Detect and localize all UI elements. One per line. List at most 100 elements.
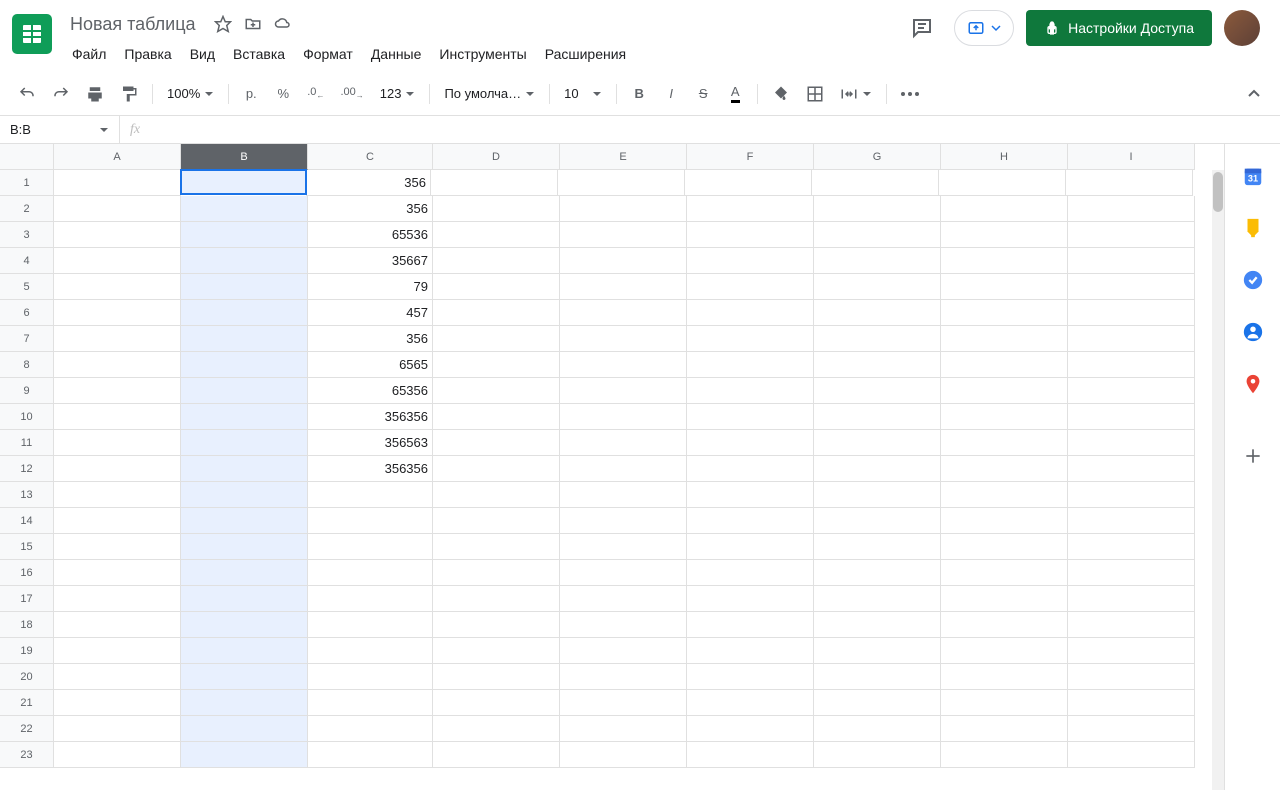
cell[interactable]: [814, 716, 941, 742]
calendar-icon[interactable]: 31: [1241, 164, 1265, 188]
cell[interactable]: [1068, 612, 1195, 638]
spreadsheet-grid[interactable]: ABCDEFGHI 123456789101112131415161718192…: [0, 144, 1224, 790]
paint-format-button[interactable]: [114, 80, 144, 108]
cell[interactable]: [1068, 560, 1195, 586]
cell[interactable]: [181, 248, 308, 274]
cell[interactable]: [54, 274, 181, 300]
cell[interactable]: [685, 170, 812, 196]
cell[interactable]: [814, 508, 941, 534]
cell[interactable]: [433, 404, 560, 430]
cell[interactable]: [687, 378, 814, 404]
row-header[interactable]: 11: [0, 430, 54, 456]
name-box[interactable]: B:B: [0, 116, 120, 143]
italic-button[interactable]: I: [657, 80, 685, 108]
cell[interactable]: [814, 690, 941, 716]
column-header-D[interactable]: D: [433, 144, 560, 170]
cell[interactable]: [560, 404, 687, 430]
cell[interactable]: [941, 742, 1068, 768]
cell[interactable]: [941, 534, 1068, 560]
row-header[interactable]: 20: [0, 664, 54, 690]
cell[interactable]: [687, 716, 814, 742]
cell[interactable]: [687, 274, 814, 300]
cell[interactable]: [433, 508, 560, 534]
row-header[interactable]: 15: [0, 534, 54, 560]
cell[interactable]: [941, 456, 1068, 482]
cell[interactable]: [941, 638, 1068, 664]
row-header[interactable]: 2: [0, 196, 54, 222]
cell[interactable]: [941, 690, 1068, 716]
tasks-icon[interactable]: [1241, 268, 1265, 292]
cell[interactable]: [1068, 690, 1195, 716]
cell[interactable]: [181, 716, 308, 742]
row-header[interactable]: 8: [0, 352, 54, 378]
cell[interactable]: [54, 534, 181, 560]
cell[interactable]: [941, 300, 1068, 326]
cell[interactable]: [54, 664, 181, 690]
cell[interactable]: [560, 326, 687, 352]
font-size-select[interactable]: 10: [558, 82, 608, 105]
cell[interactable]: [560, 378, 687, 404]
cell[interactable]: [560, 430, 687, 456]
cell[interactable]: 35667: [308, 248, 433, 274]
cell[interactable]: [941, 352, 1068, 378]
cell[interactable]: [560, 352, 687, 378]
cell[interactable]: [941, 430, 1068, 456]
cell[interactable]: 356: [308, 326, 433, 352]
currency-button[interactable]: р.: [237, 80, 265, 108]
cell[interactable]: [939, 170, 1066, 196]
cell[interactable]: [560, 222, 687, 248]
cell[interactable]: [560, 560, 687, 586]
cell[interactable]: [181, 300, 308, 326]
cell[interactable]: 457: [308, 300, 433, 326]
cell[interactable]: [433, 716, 560, 742]
cell[interactable]: [814, 586, 941, 612]
cell[interactable]: [433, 222, 560, 248]
cell[interactable]: [433, 274, 560, 300]
column-header-A[interactable]: A: [54, 144, 181, 170]
cell[interactable]: [308, 716, 433, 742]
cell[interactable]: [941, 612, 1068, 638]
column-header-C[interactable]: C: [308, 144, 433, 170]
formula-bar[interactable]: [150, 116, 1280, 143]
cell[interactable]: [814, 560, 941, 586]
cell[interactable]: [814, 534, 941, 560]
cell[interactable]: [560, 196, 687, 222]
cell[interactable]: [54, 326, 181, 352]
cell[interactable]: [181, 586, 308, 612]
cell[interactable]: [1068, 378, 1195, 404]
cell[interactable]: [814, 612, 941, 638]
cell[interactable]: [814, 300, 941, 326]
cell[interactable]: [1068, 742, 1195, 768]
cell[interactable]: [941, 560, 1068, 586]
row-header[interactable]: 18: [0, 612, 54, 638]
cell[interactable]: [308, 586, 433, 612]
cell[interactable]: [308, 482, 433, 508]
cell[interactable]: [812, 170, 939, 196]
more-button[interactable]: [895, 80, 925, 108]
cloud-icon[interactable]: [274, 15, 292, 33]
cell[interactable]: [433, 300, 560, 326]
cell[interactable]: [433, 196, 560, 222]
cell[interactable]: [941, 716, 1068, 742]
cell[interactable]: [560, 612, 687, 638]
cell[interactable]: [54, 690, 181, 716]
cell[interactable]: [54, 430, 181, 456]
cell[interactable]: [308, 664, 433, 690]
cell[interactable]: [1066, 170, 1193, 196]
cell[interactable]: [180, 169, 307, 195]
row-header[interactable]: 12: [0, 456, 54, 482]
cell[interactable]: [558, 170, 685, 196]
cell[interactable]: [1068, 456, 1195, 482]
cell[interactable]: [181, 352, 308, 378]
menu-file[interactable]: Файл: [64, 42, 114, 66]
cell[interactable]: [941, 664, 1068, 690]
cell[interactable]: [941, 274, 1068, 300]
cell[interactable]: [181, 378, 308, 404]
cell[interactable]: [308, 742, 433, 768]
cell[interactable]: [1068, 274, 1195, 300]
cell[interactable]: [687, 508, 814, 534]
column-header-F[interactable]: F: [687, 144, 814, 170]
cell[interactable]: [687, 742, 814, 768]
cell[interactable]: [54, 196, 181, 222]
cell[interactable]: [54, 742, 181, 768]
